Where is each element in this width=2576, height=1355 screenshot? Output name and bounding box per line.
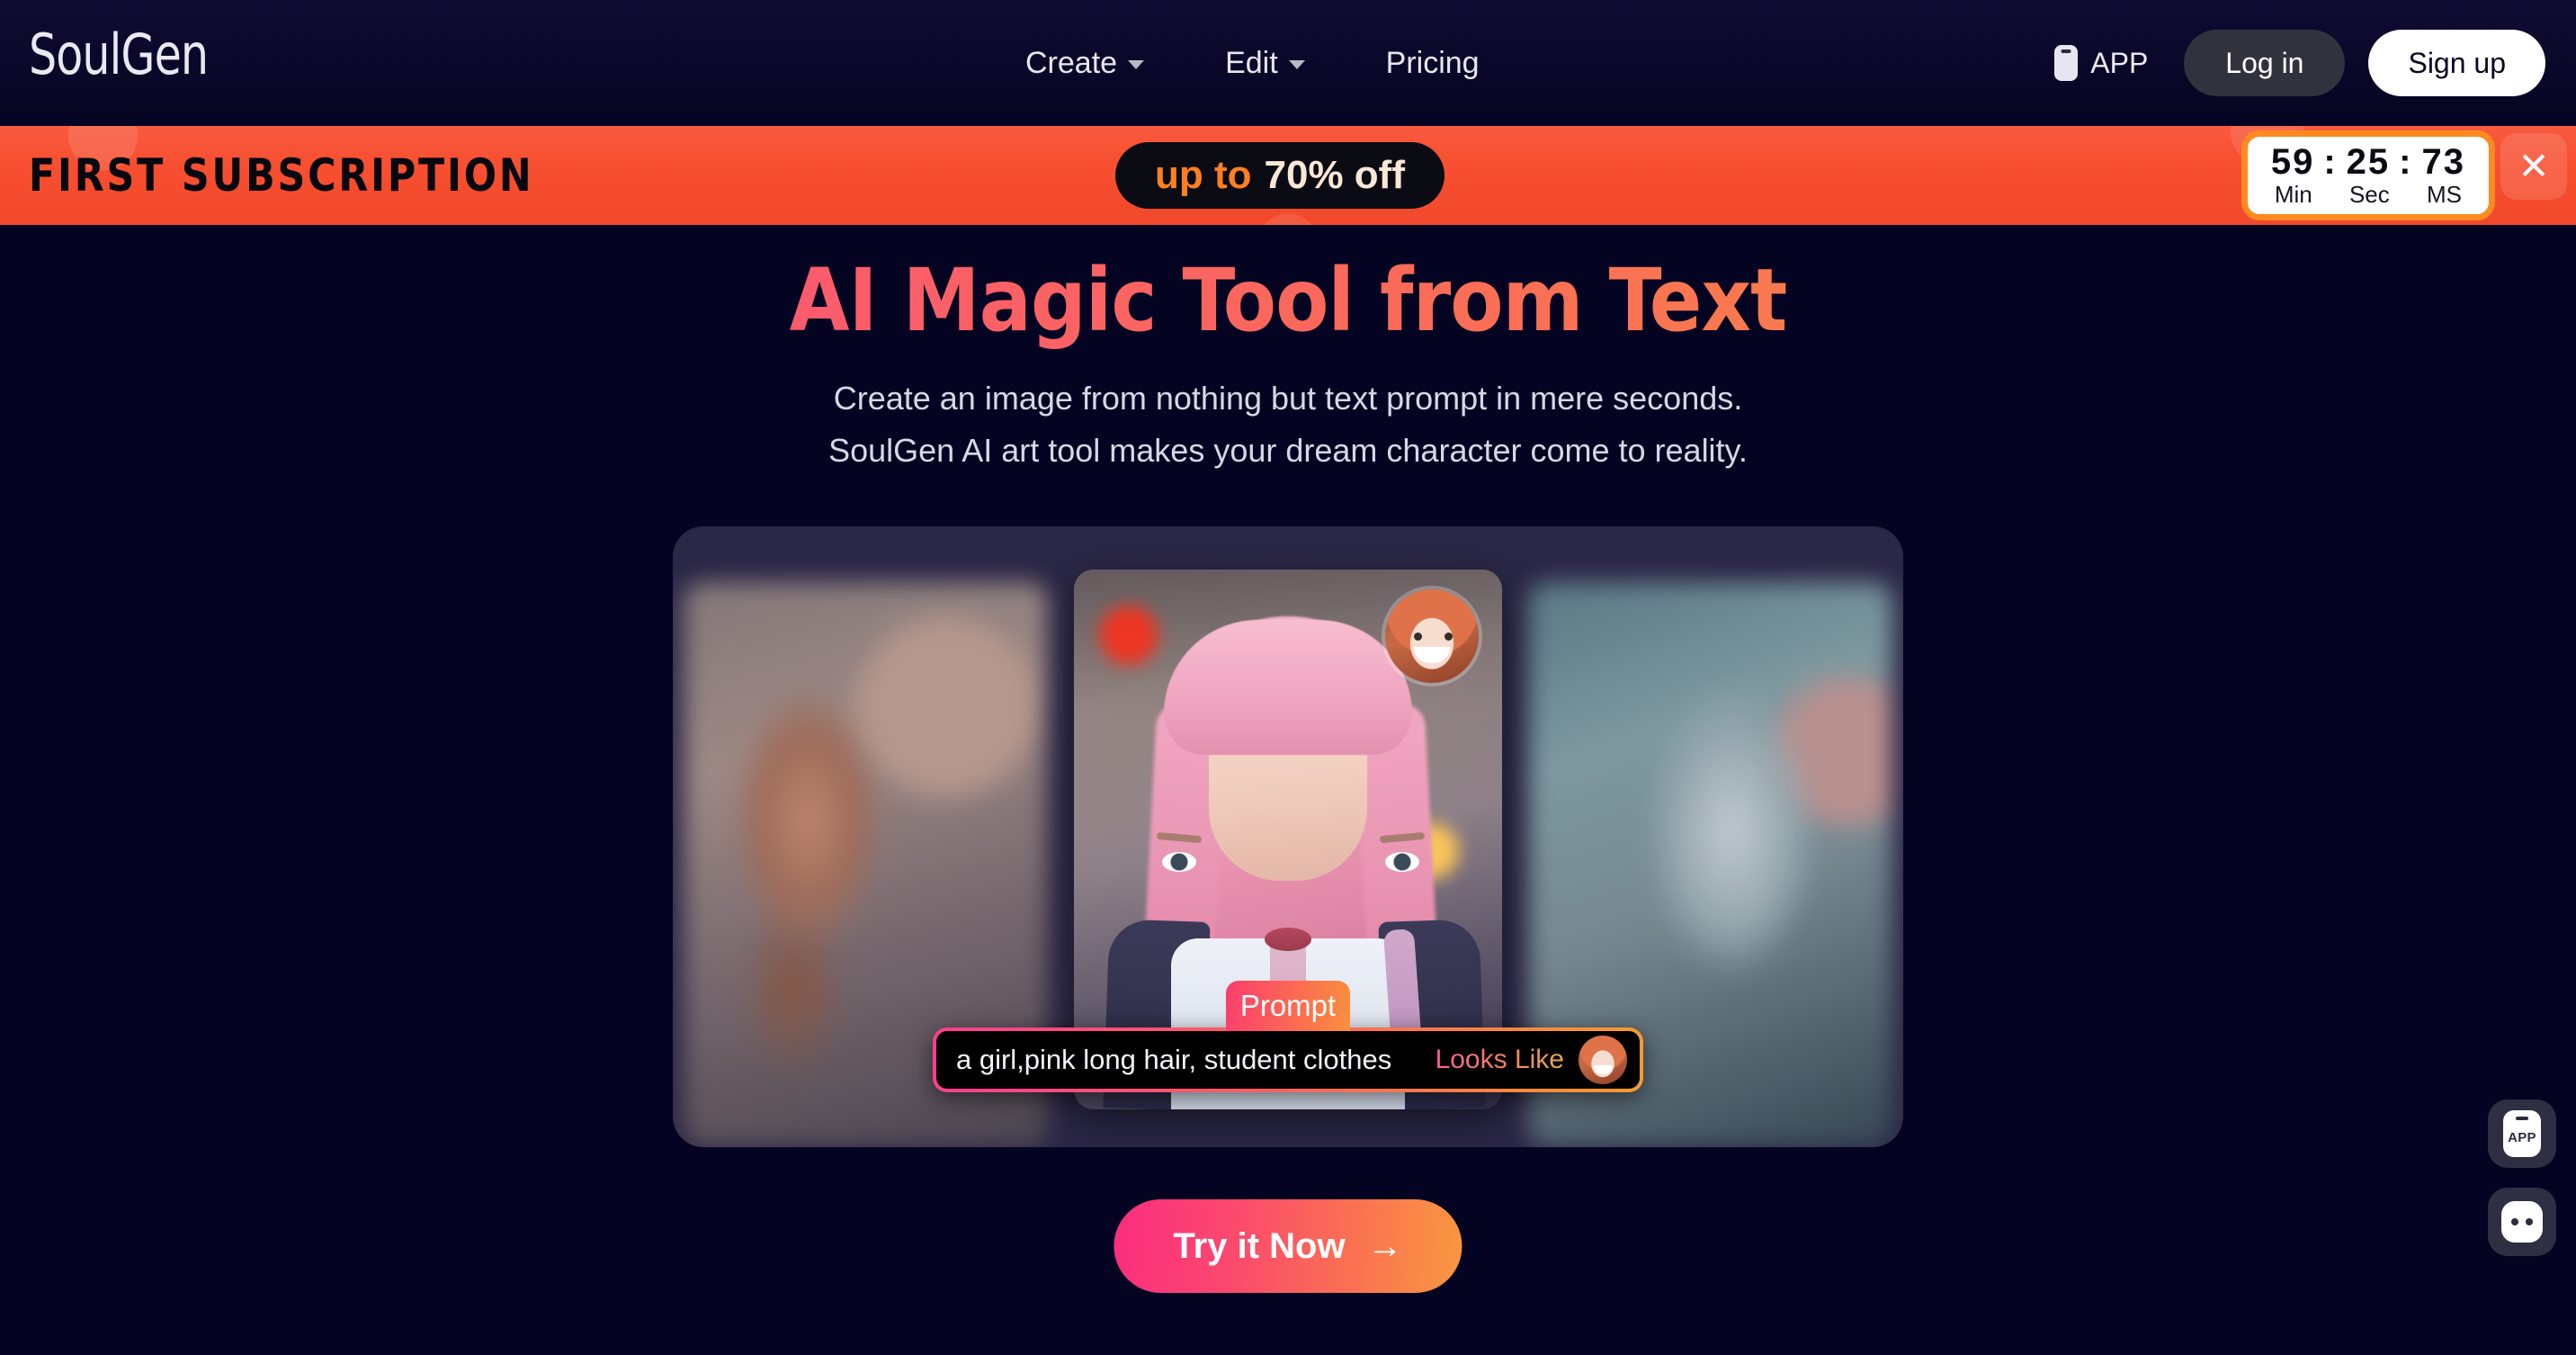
arrow-right-icon: → <box>1366 1226 1403 1266</box>
character-bangs <box>1164 620 1412 755</box>
nav-item-edit-label: Edit <box>1225 45 1278 80</box>
floating-action-stack: APP <box>2488 1099 2556 1256</box>
nav-item-create[interactable]: Create <box>1025 45 1145 81</box>
prompt-overlay: Prompt a girl,pink long hair, student cl… <box>933 981 1643 1092</box>
hero-subtitle-line-2: SoulGen AI art tool makes your dream cha… <box>828 432 1748 470</box>
floating-chat-button[interactable] <box>2488 1188 2556 1256</box>
countdown-digits: 59 : 25 : 73 <box>2271 142 2465 182</box>
looks-like-label: Looks Like <box>1435 1045 1564 1074</box>
countdown-milliseconds: 73 <box>2421 141 2465 182</box>
promo-discount-badge[interactable]: up to 70% off <box>1115 142 1445 209</box>
hero-subtitle-line-1: Create an image from nothing but text pr… <box>833 379 1743 417</box>
primary-nav: Create Edit Pricing <box>1025 0 1480 126</box>
app-link-label: APP <box>2090 46 2149 79</box>
promo-badge-prefix: up to <box>1155 153 1252 197</box>
try-it-now-label: Try it Now <box>1173 1225 1346 1266</box>
nav-item-edit[interactable]: Edit <box>1225 46 1305 81</box>
prompt-input-bar[interactable]: a girl,pink long hair, student clothes L… <box>933 1027 1643 1092</box>
countdown-label-sec: Sec <box>2348 180 2390 208</box>
countdown-separator-1: : <box>2323 141 2338 182</box>
character-lips <box>1265 928 1311 951</box>
looks-like-avatar[interactable] <box>1579 1036 1627 1084</box>
character-eye-right <box>1162 852 1196 872</box>
brand-logo[interactable]: SoulGen <box>29 27 209 83</box>
chat-dot-left <box>2511 1218 2518 1225</box>
chevron-down-icon <box>1128 60 1145 69</box>
reference-smile <box>1414 647 1450 664</box>
page-title: AI Magic Tool from Text <box>0 253 2576 349</box>
login-button[interactable]: Log in <box>2184 30 2346 96</box>
hero-subtitle: Create an image from nothing but text pr… <box>0 372 2576 478</box>
app-download-link[interactable]: APP <box>2054 45 2148 81</box>
countdown-separator-2: : <box>2399 141 2413 182</box>
countdown-timer: 59 : 25 : 73 Min Sec MS <box>2241 130 2495 221</box>
countdown-label-ms: MS <box>2427 180 2462 208</box>
prompt-tag-label: Prompt <box>1226 981 1350 1031</box>
reference-eye-left <box>1414 632 1423 641</box>
promo-banner: FIRST SUBSCRIPTION up to 70% off 59 : 25… <box>0 126 2576 225</box>
close-icon[interactable]: ✕ <box>2500 133 2567 200</box>
floating-app-button[interactable]: APP <box>2488 1099 2556 1168</box>
countdown-labels: Min Sec MS <box>2271 182 2465 208</box>
top-navigation-bar: SoulGen Create Edit Pricing APP Log in S… <box>0 0 2576 126</box>
nav-item-pricing[interactable]: Pricing <box>1386 46 1480 81</box>
chat-dot-right <box>2526 1218 2533 1225</box>
character-eye-left <box>1385 852 1419 872</box>
nav-actions: APP Log in Sign up <box>2054 0 2545 126</box>
promo-title: FIRST SUBSCRIPTION <box>29 149 534 202</box>
chat-bubble-icon <box>2501 1201 2543 1243</box>
reference-eye-right <box>1444 632 1453 641</box>
nav-item-pricing-label: Pricing <box>1385 45 1480 80</box>
prompt-reference-group: Looks Like <box>1436 1036 1627 1084</box>
chevron-down-icon <box>1288 60 1305 69</box>
promo-badge-discount: 70% off <box>1264 153 1405 197</box>
signup-button[interactable]: Sign up <box>2368 30 2545 96</box>
countdown-label-min: Min <box>2274 180 2312 208</box>
try-it-now-button[interactable]: Try it Now → <box>1114 1199 1462 1293</box>
prompt-input-value[interactable]: a girl,pink long hair, student clothes <box>956 1044 1391 1076</box>
hero-section: AI Magic Tool from Text Create an image … <box>0 225 2576 478</box>
face-reference-avatar[interactable] <box>1385 589 1479 683</box>
mobile-phone-icon <box>2054 45 2079 81</box>
countdown-minutes: 59 <box>2270 141 2315 182</box>
mobile-app-icon: APP <box>2503 1110 2541 1157</box>
nav-item-create-label: Create <box>1025 45 1118 80</box>
countdown-seconds: 25 <box>2346 141 2391 182</box>
